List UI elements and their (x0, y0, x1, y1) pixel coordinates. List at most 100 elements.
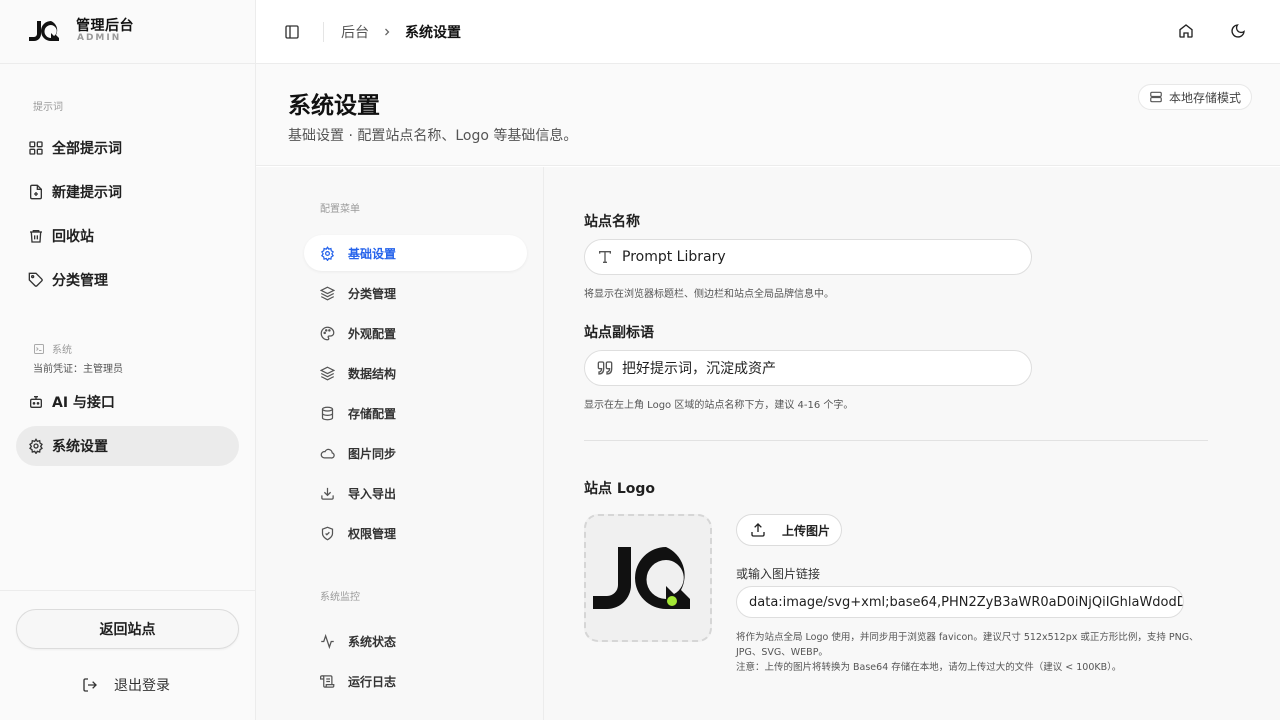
config-item-appearance[interactable]: 外观配置 (304, 315, 527, 351)
breadcrumb: 后台 系统设置 (341, 22, 461, 42)
download-icon (321, 487, 334, 500)
database-icon (321, 406, 334, 420)
trash-icon (30, 230, 42, 243)
image-url-input[interactable]: data:image/svg+xml;base64,PHN2ZyB3aWR0aD… (736, 586, 1184, 618)
storage-mode-badge: 本地存储模式 (1138, 84, 1253, 110)
config-item-categories[interactable]: 分类管理 (304, 275, 527, 311)
system-monitor-label: 系统监控 (320, 592, 360, 603)
image-url-value[interactable]: data:image/svg+xml;base64,PHN2ZyB3aWR0aD… (749, 595, 1183, 610)
logout-icon (83, 678, 97, 692)
sidebar: 管理后台 ADMIN 提示词 全部提示词 新建提示词 回收站 分类管理 系统 当… (0, 0, 256, 720)
config-item-label: 导入导出 (348, 486, 397, 501)
sidebar-item-new-prompt[interactable]: 新建提示词 (16, 172, 239, 212)
sidebar-item-label: 回收站 (52, 229, 94, 245)
config-item-logs[interactable]: 运行日志 (304, 663, 527, 699)
cloud-icon (320, 448, 335, 459)
sidebar-item-label: 全部提示词 (52, 141, 122, 157)
config-item-label: 基础设置 (348, 246, 397, 261)
config-item-label: 图片同步 (348, 446, 397, 461)
brand-subtitle: ADMIN (77, 33, 122, 43)
site-name-label: 站点名称 (584, 214, 640, 230)
palette-icon (320, 326, 335, 340)
quote-icon (597, 361, 613, 375)
sidebar-item-system-settings[interactable]: 系统设置 (16, 426, 239, 466)
page-title: 系统设置 (288, 93, 380, 119)
config-item-label: 存储配置 (348, 406, 397, 421)
config-menu: 配置菜单 基础设置 分类管理 外观配置 数据结构 存储配置 图片同步 导入导出 … (256, 167, 544, 720)
shield-check-icon (321, 526, 334, 540)
config-item-import-export[interactable]: 导入导出 (304, 475, 527, 511)
back-to-site-button[interactable]: 返回站点 (16, 609, 239, 649)
config-item-image-sync[interactable]: 图片同步 (304, 435, 527, 471)
page-header: 系统设置 基础设置 · 配置站点名称、Logo 等基础信息。 本地存储模式 (256, 64, 1280, 166)
server-icon (1150, 91, 1162, 103)
sidebar-toggle-icon[interactable] (284, 24, 300, 40)
brand: 管理后台 ADMIN (0, 0, 255, 64)
config-item-label: 分类管理 (348, 286, 397, 301)
sidebar-item-ai-api[interactable]: AI 与接口 (16, 382, 239, 422)
tag-icon (28, 272, 43, 287)
site-name-input[interactable]: Prompt Library (584, 239, 1032, 275)
scroll-icon (320, 674, 335, 688)
upload-image-button[interactable]: 上传图片 (736, 514, 842, 546)
home-icon[interactable] (1178, 23, 1194, 39)
grid-icon (29, 141, 43, 155)
config-item-label: 运行日志 (348, 674, 397, 689)
jq-logo-icon (29, 21, 59, 41)
chevron-right-icon (385, 28, 390, 36)
breadcrumb-item-current: 系统设置 (405, 25, 461, 41)
config-menu-label: 配置菜单 (320, 204, 360, 215)
config-item-label: 权限管理 (348, 526, 397, 541)
image-url-label: 或输入图片链接 (736, 567, 821, 581)
logo-warning-text: 注意：上传的图片将转换为 Base64 存储在本地，请勿上传过大的文件（建议 <… (736, 662, 1122, 673)
topbar-divider (323, 22, 324, 42)
sidebar-item-label: 系统设置 (52, 439, 108, 455)
sidebar-item-categories[interactable]: 分类管理 (16, 260, 239, 300)
config-item-storage[interactable]: 存储配置 (304, 395, 527, 431)
config-item-system-status[interactable]: 系统状态 (304, 623, 527, 659)
brand-title: 管理后台 (76, 18, 134, 34)
logout-label: 退出登录 (114, 678, 170, 694)
breadcrumb-item-admin[interactable]: 后台 (341, 22, 369, 42)
sidebar-group-system-label: 系统 (52, 345, 72, 356)
topbar: 后台 系统设置 (256, 0, 1280, 64)
config-item-data-structure[interactable]: 数据结构 (304, 355, 527, 391)
logo-preview[interactable] (584, 514, 712, 642)
sidebar-item-trash[interactable]: 回收站 (16, 216, 239, 256)
config-item-basic[interactable]: 基础设置 (304, 235, 527, 271)
file-plus-icon (30, 184, 42, 200)
logout-button[interactable]: 退出登录 (82, 675, 170, 695)
config-item-permissions[interactable]: 权限管理 (304, 515, 527, 551)
site-logo-label: 站点 Logo (584, 481, 656, 497)
sidebar-group-prompts: 提示词 (33, 102, 63, 113)
gear-icon (321, 245, 334, 261)
site-subtitle-value[interactable]: 把好提示词，沉淀成资产 (622, 358, 776, 378)
settings-form: 站点名称 Prompt Library 将显示在浏览器标题栏、侧边栏和站点全局品… (544, 167, 1280, 720)
upload-icon (751, 523, 765, 537)
moon-icon[interactable] (1230, 23, 1246, 39)
sidebar-item-label: AI 与接口 (52, 395, 115, 411)
sidebar-item-all-prompts[interactable]: 全部提示词 (16, 128, 239, 168)
section-divider (584, 440, 1208, 441)
page-description: 基础设置 · 配置站点名称、Logo 等基础信息。 (288, 128, 578, 144)
bot-icon (30, 396, 42, 408)
upload-image-label: 上传图片 (782, 523, 831, 538)
config-item-label: 外观配置 (348, 326, 397, 341)
config-item-label: 数据结构 (348, 366, 397, 381)
activity-icon (321, 633, 334, 649)
jq-logo-preview-icon (593, 547, 690, 609)
site-name-value[interactable]: Prompt Library (622, 249, 726, 265)
site-subtitle-label: 站点副标语 (584, 325, 654, 341)
current-credential: 当前凭证：主管理员 (33, 364, 123, 375)
layers-icon (320, 366, 335, 380)
config-item-label: 系统状态 (348, 634, 397, 649)
sidebar-item-label: 分类管理 (52, 273, 108, 289)
site-name-help: 将显示在浏览器标题栏、侧边栏和站点全局品牌信息中。 (584, 289, 834, 300)
sidebar-item-label: 新建提示词 (52, 185, 122, 201)
gear-icon (29, 438, 43, 454)
logo-help-text: 将作为站点全局 Logo 使用，并同步用于浏览器 favicon。建议尺寸 51… (736, 632, 1199, 658)
sidebar-group-system: 系统 (33, 341, 72, 356)
terminal-icon (34, 343, 44, 354)
site-subtitle-input[interactable]: 把好提示词，沉淀成资产 (584, 350, 1032, 386)
sidebar-footer: 返回站点 退出登录 (0, 590, 255, 720)
